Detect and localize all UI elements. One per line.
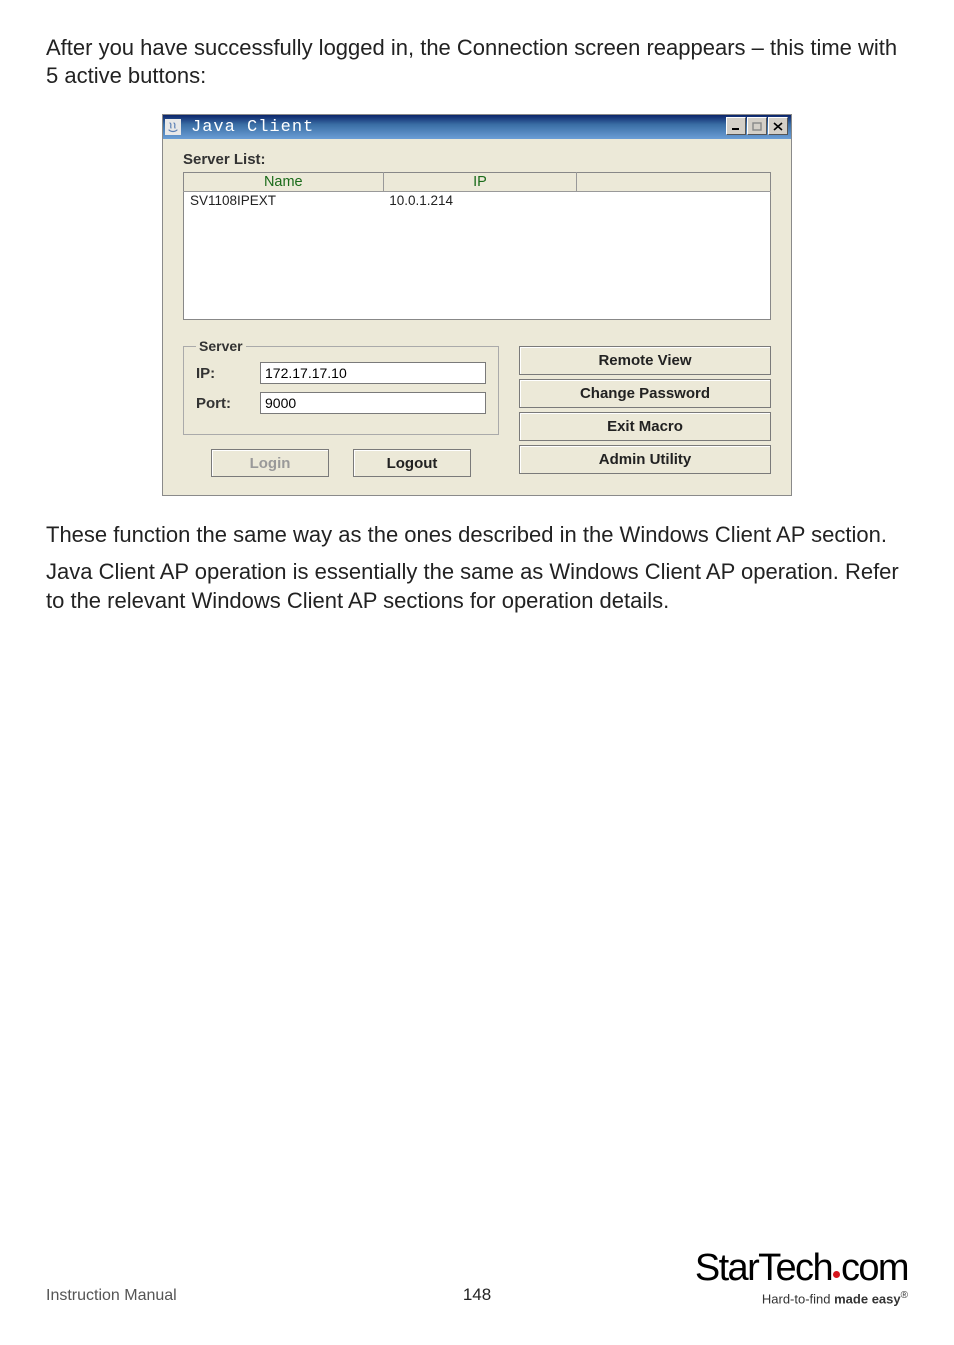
server-list-body[interactable]: SV1108IPEXT 10.0.1.214 [183,192,771,320]
column-blank[interactable] [577,173,771,192]
outro-text: These function the same way as the ones … [46,520,908,615]
remote-view-button[interactable]: Remote View [519,346,771,375]
footer-label: Instruction Manual [46,1287,177,1305]
logo-part-2: Tech [758,1249,832,1287]
minimize-button[interactable] [726,117,746,135]
startech-logo: StarTechcom Hard-to-find made easy® [695,1249,908,1305]
column-name[interactable]: Name [184,173,384,192]
column-ip[interactable]: IP [383,173,577,192]
table-row[interactable]: SV1108IPEXT 10.0.1.214 [184,192,770,209]
ip-label: IP: [196,365,260,382]
window-controls [725,117,788,135]
port-field[interactable] [260,392,486,414]
server-fieldset: Server IP: Port: [183,338,499,435]
logo-part-3: com [841,1249,908,1287]
cell-ip: 10.0.1.214 [383,192,576,209]
intro-text: After you have successfully logged in, t… [46,34,908,90]
outro-line-1: These function the same way as the ones … [46,520,908,549]
port-label: Port: [196,395,260,412]
close-button[interactable] [768,117,788,135]
java-icon [165,119,181,135]
admin-utility-button[interactable]: Admin Utility [519,445,771,474]
server-legend: Server [196,338,246,354]
page-number: 148 [463,1285,491,1305]
logo-dot-icon [833,1271,840,1278]
logout-button[interactable]: Logout [353,449,471,477]
maximize-button[interactable] [747,117,767,135]
window-title: Java Client [191,118,314,137]
server-list-header: Name IP [183,172,771,192]
exit-macro-button[interactable]: Exit Macro [519,412,771,441]
java-client-window: Java Client Server List: Name IP SV11 [162,114,792,496]
logo-part-1: Star [695,1249,758,1287]
change-password-button[interactable]: Change Password [519,379,771,408]
outro-line-2: Java Client AP operation is essentially … [46,557,908,615]
ip-field[interactable] [260,362,486,384]
titlebar: Java Client [163,115,791,139]
server-list-label: Server List: [183,151,771,168]
login-button: Login [211,449,329,477]
logo-tagline: Hard-to-find made easy® [695,1291,908,1305]
cell-name: SV1108IPEXT [184,192,383,209]
